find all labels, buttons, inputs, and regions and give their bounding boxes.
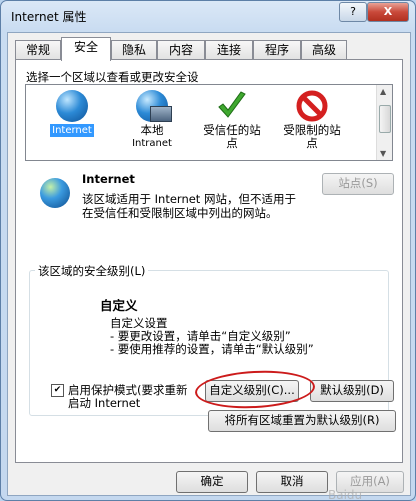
- tab-advanced[interactable]: 高级: [301, 40, 347, 60]
- zone-trusted-sites[interactable]: 受信任的站 点: [192, 90, 272, 150]
- tab-connections[interactable]: 连接: [205, 40, 253, 60]
- protected-mode-label-line2[interactable]: 启动 Internet: [68, 395, 140, 411]
- zone-list: Internet 本地 Intranet 受信任的站 点 受限制的站 点 ▲ ▼: [25, 84, 393, 161]
- scroll-thumb[interactable]: [379, 105, 391, 133]
- internet-options-window: Internet 属性 ? X 常规 安全 隐私 内容 连接 程序 高级 选择一…: [0, 0, 416, 501]
- security-level-name: 自定义: [100, 298, 138, 313]
- dialog-client: 常规 安全 隐私 内容 连接 程序 高级 选择一个区域以查看或更改安全设 Int…: [7, 32, 411, 500]
- window-title: Internet 属性: [11, 10, 87, 24]
- tab-content[interactable]: 内容: [157, 40, 205, 60]
- zone-label: Internet: [50, 124, 94, 137]
- default-level-button[interactable]: 默认级别(D): [310, 380, 394, 402]
- security-panel: 选择一个区域以查看或更改安全设 Internet 本地 Intranet 受信任…: [15, 59, 403, 463]
- zone-sublabel: Intranet: [132, 138, 172, 149]
- zone-internet[interactable]: Internet: [32, 90, 112, 137]
- zone-restricted-sites[interactable]: 受限制的站 点: [272, 90, 352, 150]
- globe-icon: [56, 90, 88, 122]
- help-button[interactable]: ?: [339, 2, 367, 22]
- scroll-up-icon[interactable]: ▲: [380, 87, 386, 96]
- tab-privacy[interactable]: 隐私: [111, 40, 157, 60]
- selected-zone-globe-icon: [40, 178, 70, 208]
- zone-prompt: 选择一个区域以查看或更改安全设: [26, 70, 199, 84]
- zone-description-line2: 在受信任和受限制区域中列出的网站。: [82, 206, 278, 220]
- restricted-icon: [296, 90, 328, 122]
- scroll-down-icon[interactable]: ▼: [380, 149, 386, 158]
- zone-title: Internet: [82, 172, 135, 186]
- protected-mode-checkbox[interactable]: ✔: [51, 384, 64, 397]
- intranet-globe-icon: [136, 90, 172, 122]
- zone-sublabel: 点: [226, 136, 238, 150]
- sites-button[interactable]: 站点(S): [322, 173, 394, 195]
- tab-general[interactable]: 常规: [15, 40, 61, 60]
- close-button[interactable]: X: [367, 2, 409, 22]
- zone-local-intranet[interactable]: 本地 Intranet: [112, 90, 192, 150]
- watermark: Baidu: [328, 488, 363, 501]
- zone-sublabel: 点: [306, 136, 318, 150]
- ok-button[interactable]: 确定: [176, 471, 248, 493]
- title-bar[interactable]: Internet 属性 ? X: [1, 1, 415, 31]
- tab-security[interactable]: 安全: [61, 37, 111, 61]
- checkmark-icon: [216, 90, 248, 122]
- reset-all-zones-button[interactable]: 将所有区域重置为默认级别(R): [208, 410, 396, 432]
- zone-scrollbar[interactable]: ▲ ▼: [376, 85, 392, 160]
- security-level-title: 该区域的安全级别(L): [35, 263, 149, 279]
- cancel-button[interactable]: 取消: [256, 471, 328, 493]
- level-description-line3: - 要使用推荐的设置，请单击“默认级别”: [110, 342, 314, 356]
- zone-label: 本地: [140, 123, 164, 137]
- tab-programs[interactable]: 程序: [253, 40, 301, 60]
